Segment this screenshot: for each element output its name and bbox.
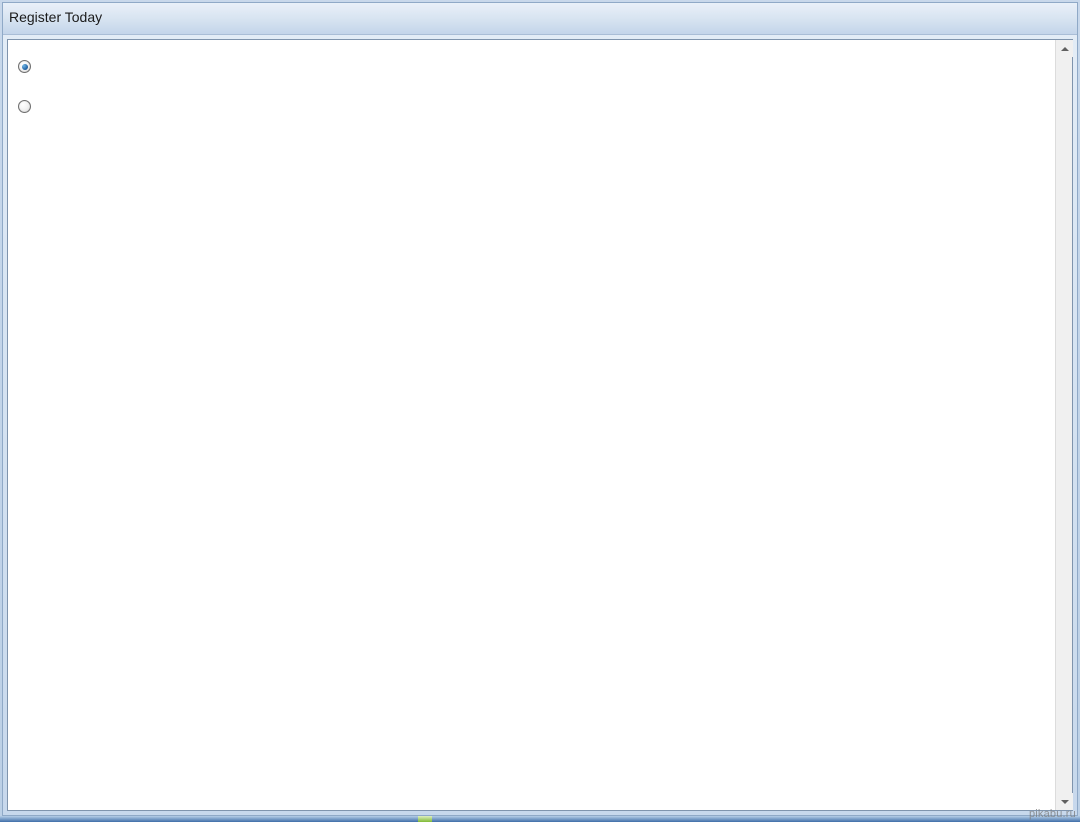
content-body <box>8 40 1055 810</box>
dialog-window: Register Today <box>2 2 1078 816</box>
taskbar-edge <box>0 816 1080 822</box>
option-row-1 <box>16 60 1047 100</box>
option-row-2 <box>16 100 1047 140</box>
chevron-up-icon <box>1061 47 1069 51</box>
scroll-up-button[interactable] <box>1056 40 1073 57</box>
content-frame <box>7 39 1073 811</box>
chevron-down-icon <box>1061 800 1069 804</box>
scroll-down-button[interactable] <box>1056 793 1073 810</box>
radio-option-1[interactable] <box>18 60 31 73</box>
title-bar: Register Today <box>3 3 1077 35</box>
radio-option-2[interactable] <box>18 100 31 113</box>
window-title: Register Today <box>9 9 102 25</box>
taskbar-highlight <box>418 816 432 822</box>
vertical-scrollbar[interactable] <box>1055 40 1072 810</box>
